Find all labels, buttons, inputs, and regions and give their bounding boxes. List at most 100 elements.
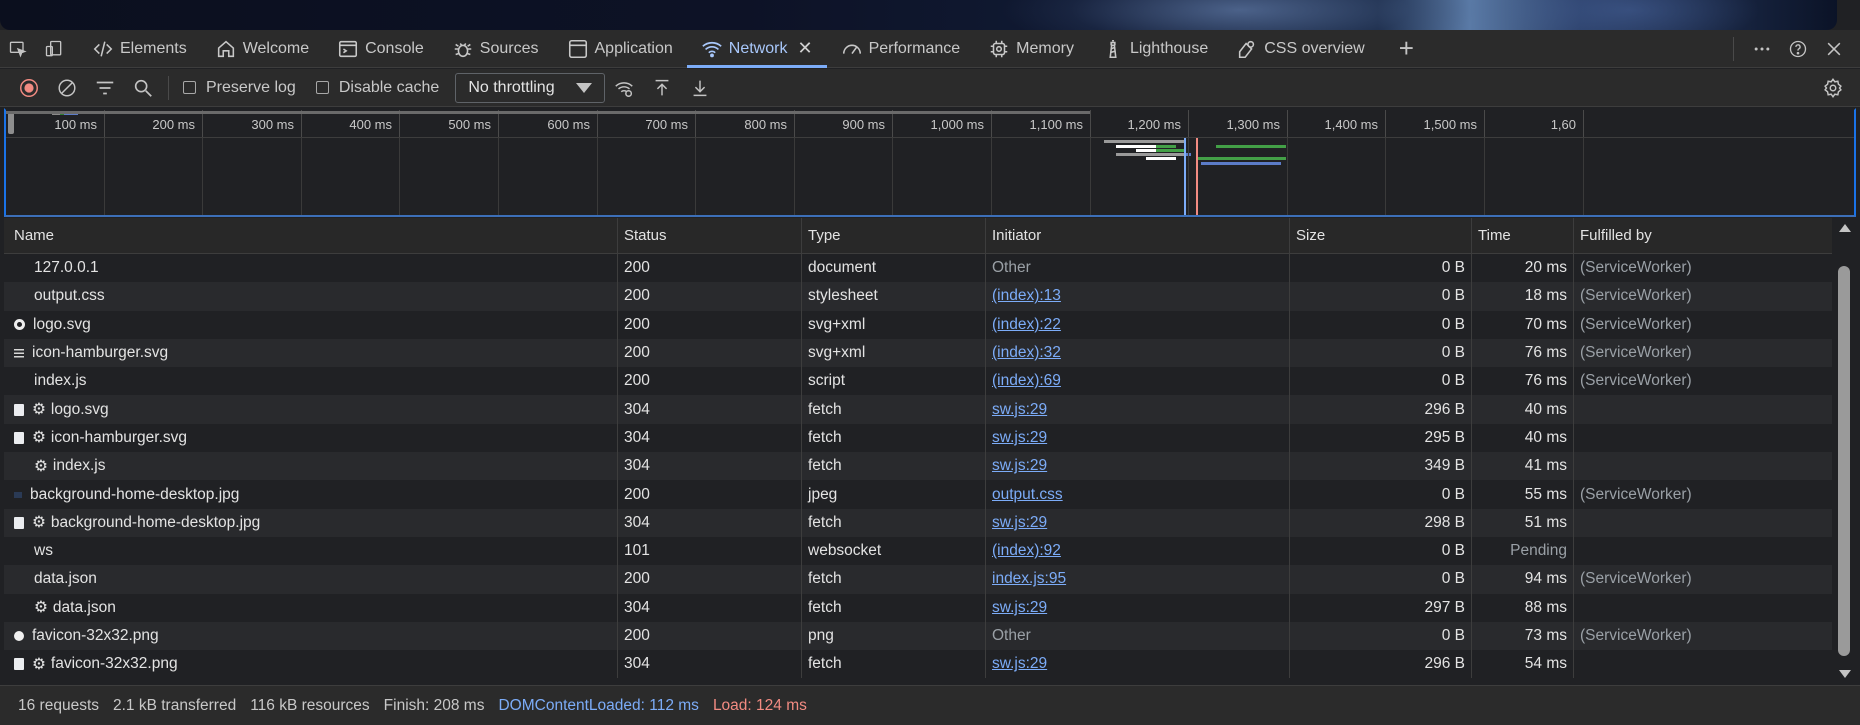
column-header-size[interactable]: Size — [1290, 218, 1472, 253]
initiator-link[interactable]: sw.js:29 — [992, 457, 1047, 475]
initiator-link[interactable]: (index):92 — [992, 542, 1061, 560]
table-row[interactable]: index.js 200 script (index):69 0 B 76 ms (Serv… — [4, 367, 1832, 396]
throttling-select[interactable]: No throttling — [455, 72, 606, 103]
tab-performance[interactable]: Performance — [827, 30, 975, 68]
cell-status: 200 — [618, 565, 802, 594]
overview-gridline — [104, 138, 105, 215]
initiator-link[interactable]: (index):22 — [992, 316, 1061, 334]
cell-size-text: 0 B — [1441, 287, 1465, 305]
initiator-link[interactable]: sw.js:29 — [992, 599, 1047, 617]
cell-fulfilled-by-text: (ServiceWorker) — [1580, 315, 1692, 333]
scroll-down-icon[interactable] — [1839, 670, 1851, 678]
column-header-fulfilled-by[interactable]: Fulfilled by — [1574, 218, 1832, 253]
initiator-link[interactable]: (index):32 — [992, 344, 1061, 362]
request-table: Name Status Type Initiator Size Time Ful… — [4, 218, 1832, 684]
checkbox-box[interactable] — [183, 81, 196, 94]
column-header-time[interactable]: Time — [1472, 218, 1574, 253]
tab-application[interactable]: Application — [553, 30, 687, 68]
close-tab-icon[interactable]: ✕ — [797, 38, 812, 59]
table-row[interactable]: favicon-32x32.png 200 png Other 0 B 73 ms (Ser… — [4, 621, 1832, 651]
initiator-link[interactable]: index.js:95 — [992, 570, 1066, 588]
table-row[interactable]: 127.0.0.1 200 document Other 0 B 20 ms (Servic… — [4, 254, 1832, 283]
initiator-link[interactable]: sw.js:29 — [992, 655, 1047, 673]
cell-size: 0 B — [1290, 367, 1472, 396]
inspect-element-icon[interactable] — [0, 30, 36, 68]
tab-sources[interactable]: Sources — [438, 30, 553, 68]
cell-time-text: 54 ms — [1524, 655, 1567, 673]
record-stop-icon[interactable] — [10, 69, 48, 107]
table-row[interactable]: icon-hamburger.svg 200 svg+xml (index):32 0 … — [4, 338, 1832, 368]
cell-status: 200 — [618, 338, 802, 368]
column-header-status[interactable]: Status — [618, 218, 802, 253]
initiator-link[interactable]: (index):13 — [992, 287, 1061, 305]
column-header-initiator[interactable]: Initiator — [986, 218, 1290, 253]
overview-gridline — [1484, 138, 1485, 215]
table-scrollbar[interactable] — [1836, 218, 1852, 684]
tab-network[interactable]: Network ✕ — [686, 30, 827, 68]
initiator-link[interactable]: output.css — [992, 486, 1063, 504]
request-name: favicon-32x32.png — [50, 655, 178, 673]
table-row[interactable]: ⚙ icon-hamburger.svg 304 fetch sw.js:29 295 B… — [4, 423, 1832, 453]
page-viewport-strip — [0, 0, 1837, 30]
search-icon[interactable] — [124, 69, 162, 107]
close-devtools-icon[interactable] — [1816, 30, 1852, 68]
cell-size: 0 B — [1290, 310, 1472, 339]
initiator-link[interactable]: sw.js:29 — [992, 429, 1047, 447]
settings-gear-icon[interactable] — [1814, 69, 1852, 107]
table-row[interactable]: ⚙ data.json 304 fetch sw.js:29 297 B 88 ms — [4, 593, 1832, 622]
overview-gridline — [1188, 138, 1189, 215]
export-har-icon[interactable] — [681, 69, 719, 107]
checkbox-box[interactable] — [315, 81, 329, 94]
tab-welcome[interactable]: Welcome — [201, 30, 323, 68]
network-overview-timeline[interactable]: 100 ms 200 ms 300 ms 400 ms 500 ms 600 ms 700 … — [4, 108, 1856, 217]
disable-cache-checkbox[interactable]: Disable cache — [315, 79, 439, 97]
tab-label: CSS overview — [1264, 39, 1365, 57]
table-row[interactable]: ⚙ logo.svg 304 fetch sw.js:29 296 B 40 ms — [4, 395, 1832, 424]
overview-gridline — [892, 138, 893, 215]
tab-console[interactable]: Console — [323, 30, 438, 68]
cell-size: 0 B — [1290, 536, 1472, 566]
initiator-link[interactable]: (index):69 — [992, 372, 1061, 390]
table-row[interactable]: background-home-desktop.jpg 200 jpeg output… — [4, 480, 1832, 509]
column-header-type[interactable]: Type — [802, 218, 986, 253]
service-worker-gear-icon: ⚙ — [32, 655, 46, 673]
cell-name: background-home-desktop.jpg — [4, 480, 618, 509]
cell-status: 200 — [618, 367, 802, 396]
initiator-link[interactable]: sw.js:29 — [992, 514, 1047, 532]
filter-icon[interactable] — [86, 69, 124, 107]
initiator-link[interactable]: sw.js:29 — [992, 401, 1047, 419]
cell-fulfilled-by-text: (ServiceWorker) — [1580, 287, 1692, 305]
tab-memory[interactable]: Memory — [974, 30, 1088, 68]
scroll-up-icon[interactable] — [1839, 224, 1851, 232]
scrollbar-thumb[interactable] — [1838, 266, 1850, 656]
import-har-icon[interactable] — [643, 69, 681, 107]
help-icon[interactable] — [1780, 30, 1816, 68]
request-name: background-home-desktop.jpg — [50, 513, 261, 531]
clear-icon[interactable] — [48, 69, 86, 107]
cell-size: 0 B — [1290, 621, 1472, 651]
resource-type-icon — [14, 348, 24, 358]
overview-left-handle[interactable] — [8, 112, 14, 134]
cell-fulfilled-by-text: (ServiceWorker) — [1580, 627, 1692, 644]
table-row[interactable]: output.css 200 stylesheet (index):13 0 B 18 m… — [4, 282, 1832, 311]
tab-css-overview[interactable]: CSS overview — [1222, 30, 1378, 68]
overview-tick — [399, 110, 400, 137]
tab-elements[interactable]: Elements — [78, 30, 201, 68]
table-row[interactable]: ⚙ favicon-32x32.png 304 fetch sw.js:29 296 B 5… — [4, 650, 1832, 679]
add-tab-button[interactable]: + — [1379, 30, 1434, 68]
table-row[interactable]: ⚙ index.js 304 fetch sw.js:29 349 B 41 ms — [4, 452, 1832, 481]
cell-type: fetch — [802, 565, 986, 594]
table-row[interactable]: data.json 200 fetch index.js:95 0 B 94 ms (Ser… — [4, 565, 1832, 594]
tab-lighthouse[interactable]: Lighthouse — [1088, 30, 1222, 68]
device-emulation-icon[interactable] — [36, 30, 72, 68]
table-row[interactable]: ws 101 websocket (index):92 0 B Pending — [4, 536, 1832, 566]
cell-type-text: stylesheet — [808, 287, 878, 305]
column-header-name[interactable]: Name — [4, 218, 618, 253]
preserve-log-checkbox[interactable]: Preserve log — [183, 79, 296, 97]
table-row[interactable]: ⚙ background-home-desktop.jpg 304 fetch sw.j… — [4, 508, 1832, 537]
overview-gridline — [1287, 138, 1288, 215]
more-options-icon[interactable] — [1744, 30, 1780, 68]
table-row[interactable]: logo.svg 200 svg+xml (index):22 0 B 70 ms (Ser… — [4, 310, 1832, 339]
dom-content-loaded-time: DOMContentLoaded: 112 ms — [498, 696, 699, 714]
network-conditions-icon[interactable] — [605, 69, 643, 107]
